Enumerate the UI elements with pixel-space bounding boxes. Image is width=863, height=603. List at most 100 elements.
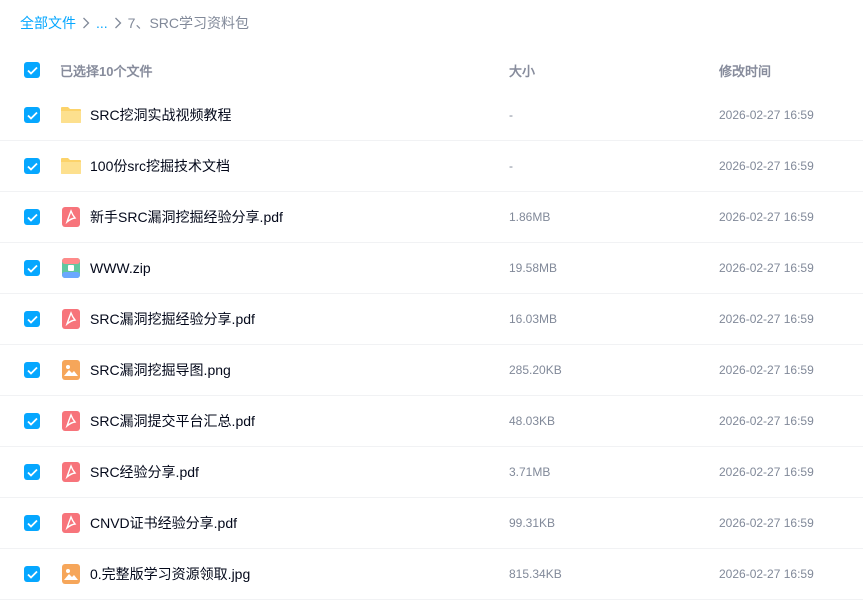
file-name-cell: SRC漏洞提交平台汇总.pdf bbox=[60, 410, 509, 432]
file-size: 815.34KB bbox=[509, 567, 562, 581]
check-icon bbox=[26, 264, 38, 273]
file-name-cell: CNVD证书经验分享.pdf bbox=[60, 512, 509, 534]
check-icon bbox=[26, 519, 38, 528]
pdf-icon bbox=[60, 461, 82, 483]
file-size: 48.03KB bbox=[509, 414, 556, 428]
row-check-cell bbox=[0, 413, 60, 429]
check-icon bbox=[26, 162, 38, 171]
row-checkbox[interactable] bbox=[24, 362, 40, 378]
pdf-icon bbox=[60, 308, 82, 330]
file-size: - bbox=[509, 159, 513, 173]
file-size: 99.31KB bbox=[509, 516, 556, 530]
row-checkbox[interactable] bbox=[24, 311, 40, 327]
file-modified: 2026-02-27 16:59 bbox=[719, 312, 814, 326]
zip-icon bbox=[60, 257, 82, 279]
file-name-cell: 0.完整版学习资源领取.jpg bbox=[60, 563, 509, 585]
row-check-cell bbox=[0, 209, 60, 225]
file-name[interactable]: 100份src挖掘技术文档 bbox=[90, 156, 230, 176]
file-name-cell: SRC挖洞实战视频教程 bbox=[60, 104, 509, 126]
file-size: 285.20KB bbox=[509, 363, 562, 377]
file-row[interactable]: SRC漏洞挖掘导图.png 285.20KB 2026-02-27 16:59 bbox=[0, 345, 863, 396]
chevron-right-icon bbox=[110, 17, 126, 29]
file-row[interactable]: 100份src挖掘技术文档 - 2026-02-27 16:59 bbox=[0, 141, 863, 192]
file-name-cell: SRC漏洞挖掘导图.png bbox=[60, 359, 509, 381]
file-name[interactable]: SRC经验分享.pdf bbox=[90, 462, 199, 482]
file-name[interactable]: SRC漏洞提交平台汇总.pdf bbox=[90, 411, 255, 431]
file-name[interactable]: WWW.zip bbox=[90, 260, 151, 276]
row-checkbox[interactable] bbox=[24, 464, 40, 480]
check-icon bbox=[26, 66, 38, 75]
file-row[interactable]: CNVD证书经验分享.pdf 99.31KB 2026-02-27 16:59 bbox=[0, 498, 863, 549]
file-list: SRC挖洞实战视频教程 - 2026-02-27 16:59 100份src挖掘… bbox=[0, 90, 863, 600]
file-name[interactable]: SRC漏洞挖掘导图.png bbox=[90, 360, 231, 380]
pdf-icon bbox=[60, 410, 82, 432]
check-icon bbox=[26, 468, 38, 477]
file-row[interactable]: SRC经验分享.pdf 3.71MB 2026-02-27 16:59 bbox=[0, 447, 863, 498]
modified-column-header[interactable]: 修改时间 bbox=[719, 61, 863, 80]
row-checkbox[interactable] bbox=[24, 158, 40, 174]
pdf-icon bbox=[60, 512, 82, 534]
file-modified: 2026-02-27 16:59 bbox=[719, 414, 814, 428]
size-column-header[interactable]: 大小 bbox=[509, 61, 719, 80]
row-check-cell bbox=[0, 566, 60, 582]
row-check-cell bbox=[0, 362, 60, 378]
file-name-cell: SRC经验分享.pdf bbox=[60, 461, 509, 483]
file-modified: 2026-02-27 16:59 bbox=[719, 108, 814, 122]
file-modified: 2026-02-27 16:59 bbox=[719, 567, 814, 581]
file-row[interactable]: SRC漏洞挖掘经验分享.pdf 16.03MB 2026-02-27 16:59 bbox=[0, 294, 863, 345]
row-checkbox[interactable] bbox=[24, 260, 40, 276]
row-check-cell bbox=[0, 515, 60, 531]
file-row[interactable]: SRC挖洞实战视频教程 - 2026-02-27 16:59 bbox=[0, 90, 863, 141]
file-modified: 2026-02-27 16:59 bbox=[719, 516, 814, 530]
row-check-cell bbox=[0, 311, 60, 327]
file-size: 19.58MB bbox=[509, 261, 558, 275]
breadcrumb-ellipsis[interactable]: ... bbox=[96, 15, 108, 31]
row-checkbox[interactable] bbox=[24, 107, 40, 123]
row-checkbox[interactable] bbox=[24, 413, 40, 429]
file-name[interactable]: 新手SRC漏洞挖掘经验分享.pdf bbox=[90, 207, 283, 227]
check-icon bbox=[26, 417, 38, 426]
file-modified: 2026-02-27 16:59 bbox=[719, 465, 814, 479]
select-all-cell bbox=[0, 62, 60, 78]
file-row[interactable]: WWW.zip 19.58MB 2026-02-27 16:59 bbox=[0, 243, 863, 294]
file-size: 16.03MB bbox=[509, 312, 558, 326]
file-row[interactable]: SRC漏洞提交平台汇总.pdf 48.03KB 2026-02-27 16:59 bbox=[0, 396, 863, 447]
check-icon bbox=[26, 570, 38, 579]
file-modified: 2026-02-27 16:59 bbox=[719, 261, 814, 275]
select-all-checkbox[interactable] bbox=[24, 62, 40, 78]
chevron-right-icon bbox=[78, 17, 94, 29]
file-name[interactable]: 0.完整版学习资源领取.jpg bbox=[90, 564, 250, 584]
row-check-cell bbox=[0, 260, 60, 276]
pdf-icon bbox=[60, 206, 82, 228]
row-checkbox[interactable] bbox=[24, 566, 40, 582]
file-name-cell: SRC漏洞挖掘经验分享.pdf bbox=[60, 308, 509, 330]
selection-count: 已选择10个文件 bbox=[60, 63, 153, 79]
file-row[interactable]: 新手SRC漏洞挖掘经验分享.pdf 1.86MB 2026-02-27 16:5… bbox=[0, 192, 863, 243]
image-icon bbox=[60, 563, 82, 585]
breadcrumb: 全部文件 ... 7、SRC学习资料包 bbox=[20, 12, 249, 34]
row-check-cell bbox=[0, 464, 60, 480]
file-modified: 2026-02-27 16:59 bbox=[719, 363, 814, 377]
file-size: 3.71MB bbox=[509, 465, 551, 479]
row-check-cell bbox=[0, 158, 60, 174]
file-name-cell: WWW.zip bbox=[60, 257, 509, 279]
breadcrumb-current: 7、SRC学习资料包 bbox=[127, 15, 250, 31]
check-icon bbox=[26, 111, 38, 120]
file-size: - bbox=[509, 108, 513, 122]
list-header: 已选择10个文件 大小 修改时间 bbox=[0, 50, 863, 90]
folder-icon bbox=[60, 104, 82, 126]
file-name-cell: 100份src挖掘技术文档 bbox=[60, 155, 509, 177]
file-name[interactable]: SRC挖洞实战视频教程 bbox=[90, 105, 232, 125]
file-row[interactable]: 0.完整版学习资源领取.jpg 815.34KB 2026-02-27 16:5… bbox=[0, 549, 863, 600]
check-icon bbox=[26, 315, 38, 324]
image-icon bbox=[60, 359, 82, 381]
breadcrumb-root[interactable]: 全部文件 bbox=[20, 13, 76, 33]
row-checkbox[interactable] bbox=[24, 209, 40, 225]
file-name[interactable]: CNVD证书经验分享.pdf bbox=[90, 513, 237, 533]
check-icon bbox=[26, 213, 38, 222]
row-checkbox[interactable] bbox=[24, 515, 40, 531]
file-modified: 2026-02-27 16:59 bbox=[719, 210, 814, 224]
file-browser: 全部文件 ... 7、SRC学习资料包 已选择10个文件 大小 修改时间 SRC… bbox=[0, 0, 863, 603]
file-size: 1.86MB bbox=[509, 210, 551, 224]
file-name[interactable]: SRC漏洞挖掘经验分享.pdf bbox=[90, 309, 255, 329]
